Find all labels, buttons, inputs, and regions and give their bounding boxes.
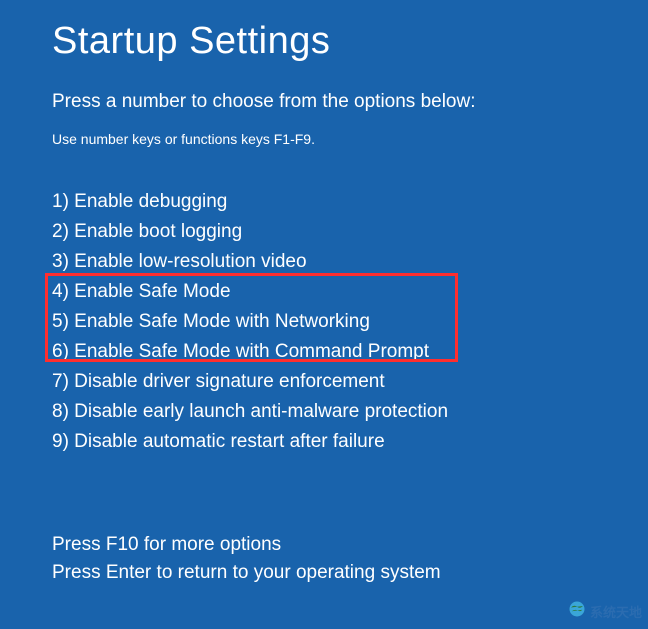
- option-3-low-res-video[interactable]: 3) Enable low-resolution video: [52, 247, 596, 277]
- option-7-disable-driver-sig[interactable]: 7) Disable driver signature enforcement: [52, 367, 596, 397]
- option-5-safe-mode-networking[interactable]: 5) Enable Safe Mode with Networking: [52, 307, 596, 337]
- option-6-safe-mode-cmd[interactable]: 6) Enable Safe Mode with Command Prompt: [52, 337, 596, 367]
- footer-return: Press Enter to return to your operating …: [52, 559, 441, 587]
- option-9-disable-auto-restart[interactable]: 9) Disable automatic restart after failu…: [52, 427, 596, 457]
- options-list: 1) Enable debugging 2) Enable boot loggi…: [52, 187, 596, 457]
- watermark-text: 系统天地: [590, 602, 642, 621]
- option-2-boot-logging[interactable]: 2) Enable boot logging: [52, 217, 596, 247]
- startup-settings-screen: Startup Settings Press a number to choos…: [0, 0, 648, 457]
- footer-more-options: Press F10 for more options: [52, 531, 441, 559]
- option-8-disable-antimalware[interactable]: 8) Disable early launch anti-malware pro…: [52, 397, 596, 427]
- page-title: Startup Settings: [52, 20, 596, 63]
- option-1-debugging[interactable]: 1) Enable debugging: [52, 187, 596, 217]
- globe-icon: [568, 600, 586, 623]
- footer: Press F10 for more options Press Enter t…: [52, 531, 441, 587]
- watermark: 系统天地: [568, 600, 642, 623]
- hint-text: Use number keys or functions keys F1-F9.: [52, 131, 596, 147]
- option-4-safe-mode[interactable]: 4) Enable Safe Mode: [52, 277, 596, 307]
- subtitle: Press a number to choose from the option…: [52, 91, 596, 113]
